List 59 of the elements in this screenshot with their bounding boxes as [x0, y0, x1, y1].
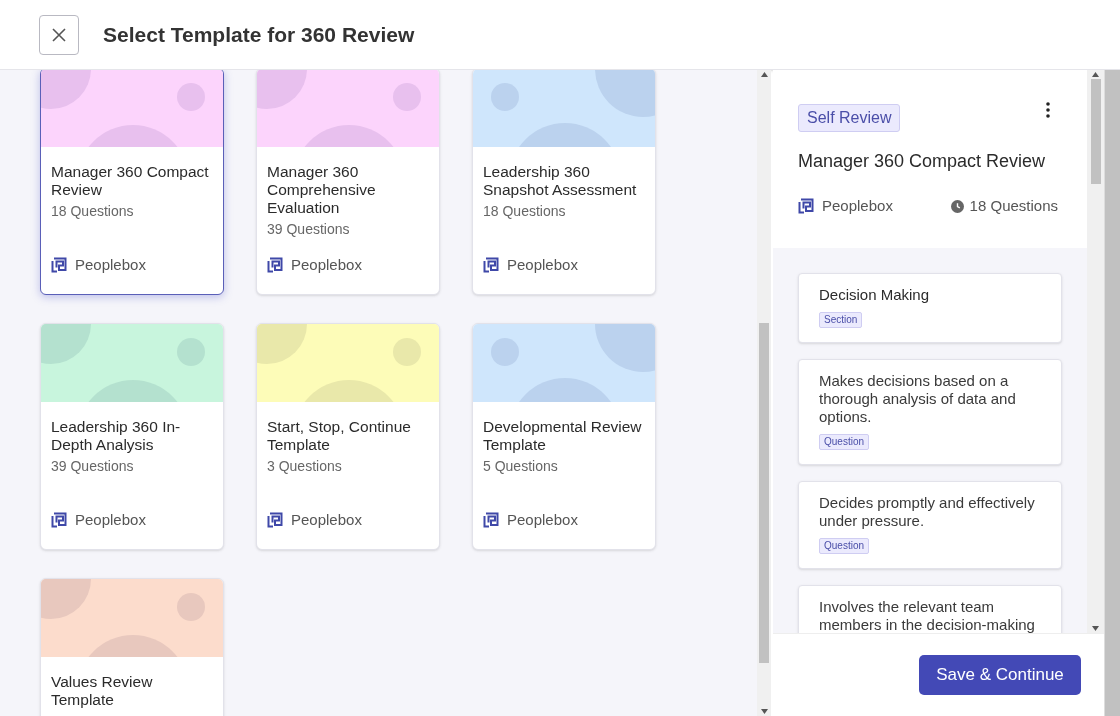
publisher-name: Peoplebox — [507, 254, 578, 275]
question-tag: Question — [819, 537, 870, 554]
publisher-name: Peoplebox — [822, 196, 893, 216]
scroll-up-icon[interactable] — [760, 72, 768, 77]
review-type-badge: Self Review — [798, 104, 901, 132]
publisher-name: Peoplebox — [291, 254, 362, 275]
save-continue-button[interactable]: Save & Continue — [919, 655, 1081, 695]
template-card[interactable]: Start, Stop, Continue Template 3 Questions Peoplebox — [256, 323, 440, 550]
publisher-name: Peoplebox — [507, 509, 578, 530]
question-count: 18 Questions — [969, 196, 1058, 216]
template-title: Values Review Template — [51, 673, 154, 709]
question-text: Makes decisions based on a thorough analysis of data and options. — [819, 371, 1017, 426]
publisher-name: Peoplebox — [291, 509, 362, 530]
question-count: 18 Questions — [483, 202, 567, 221]
question-count: 39 Questions — [267, 220, 351, 239]
peoplebox-logo-icon — [267, 256, 283, 273]
template-title: Manager 360 Comprehensive Evaluation — [267, 163, 377, 217]
page-scrollbar[interactable] — [1104, 70, 1120, 716]
clock-icon — [950, 199, 964, 213]
template-card[interactable]: Leadership 360 In-Depth Analysis 39 Questions Peoplebox — [40, 323, 224, 550]
template-title: Leadership 360 In-Depth Analysis — [51, 418, 182, 454]
template-card[interactable]: Values Review Template — [40, 578, 224, 716]
scroll-thumb[interactable] — [759, 323, 769, 663]
page-title: Select Template for 360 Review — [103, 21, 415, 48]
question-count: 3 Questions — [267, 457, 343, 476]
template-card[interactable]: Leadership 360 Snapshot Assessment 18 Questions Peoplebox — [472, 70, 656, 295]
peoplebox-logo-icon — [798, 198, 814, 215]
template-title: Manager 360 Compact Review — [798, 150, 1047, 173]
more-options-icon[interactable] — [1045, 102, 1051, 118]
publisher-name: Peoplebox — [75, 254, 146, 275]
question-text: Involves the relevant team members in the decision-making — [819, 597, 1036, 633]
scrollbar[interactable] — [757, 70, 771, 716]
section-tag: Section — [819, 311, 863, 328]
question-text: Decides promptly and effectively under pressure. — [819, 493, 1036, 530]
peoplebox-logo-icon — [267, 511, 283, 528]
template-title: Developmental Review Template — [483, 418, 643, 454]
question-count: 5 Questions — [483, 457, 559, 476]
template-title: Leadership 360 Snapshot Assessment — [483, 163, 638, 199]
scroll-down-icon[interactable] — [1092, 626, 1099, 631]
question-tag: Question — [819, 433, 870, 450]
close-button[interactable] — [39, 14, 79, 55]
peoplebox-logo-icon — [483, 256, 499, 273]
template-title: Manager 360 Compact Review — [51, 163, 210, 199]
template-card[interactable]: Developmental Review Template 5 Questions Peoplebox — [472, 323, 656, 550]
scroll-down-icon[interactable] — [760, 709, 768, 714]
template-title: Start, Stop, Continue Template — [267, 418, 412, 454]
template-card[interactable]: Manager 360 Comprehensive Evaluation 39 Questions Peoplebox — [256, 70, 440, 295]
scroll-thumb[interactable] — [1090, 79, 1101, 184]
peoplebox-logo-icon — [483, 511, 499, 528]
template-card[interactable]: Manager 360 Compact Review 18 Questions Peoplebox — [40, 70, 224, 295]
publisher-name: Peoplebox — [75, 509, 146, 530]
close-icon — [51, 26, 67, 43]
scroll-up-icon[interactable] — [1092, 72, 1099, 77]
question-count: 39 Questions — [51, 457, 135, 476]
section-title: Decision Making — [819, 285, 931, 304]
scrollbar[interactable] — [1087, 70, 1104, 633]
peoplebox-logo-icon — [51, 511, 67, 528]
peoplebox-logo-icon — [51, 256, 67, 273]
question-count: 18 Questions — [51, 202, 135, 221]
